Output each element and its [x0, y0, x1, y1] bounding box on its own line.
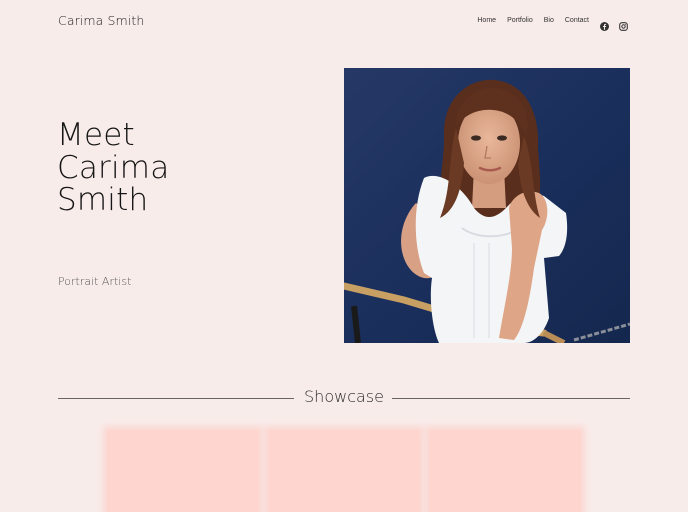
showcase-title: Showcase: [304, 387, 384, 406]
showcase-divider-right: [392, 398, 630, 399]
hero-title: Meet Carima Smith: [57, 119, 169, 217]
showcase-tile[interactable]: [429, 430, 581, 512]
nav-portfolio[interactable]: Portfolio: [507, 17, 533, 24]
showcase-tile[interactable]: [268, 430, 420, 512]
site-name[interactable]: Carima Smith: [58, 13, 144, 28]
main-nav: Home Portfolio Bio Contact: [477, 16, 628, 31]
nav-contact[interactable]: Contact: [565, 17, 589, 24]
showcase-tile[interactable]: [107, 430, 259, 512]
hero-title-line: Carima: [57, 149, 170, 186]
hero-title-line: Meet: [57, 117, 135, 153]
hero-title-line: Smith: [57, 182, 149, 218]
facebook-icon[interactable]: [600, 16, 609, 31]
portrait-photo: [344, 68, 630, 343]
showcase-divider-left: [58, 398, 294, 399]
nav-home[interactable]: Home: [477, 17, 496, 24]
hero-subtitle: Portrait Artist: [58, 275, 132, 288]
instagram-icon[interactable]: [619, 16, 628, 31]
nav-bio[interactable]: Bio: [544, 17, 554, 24]
